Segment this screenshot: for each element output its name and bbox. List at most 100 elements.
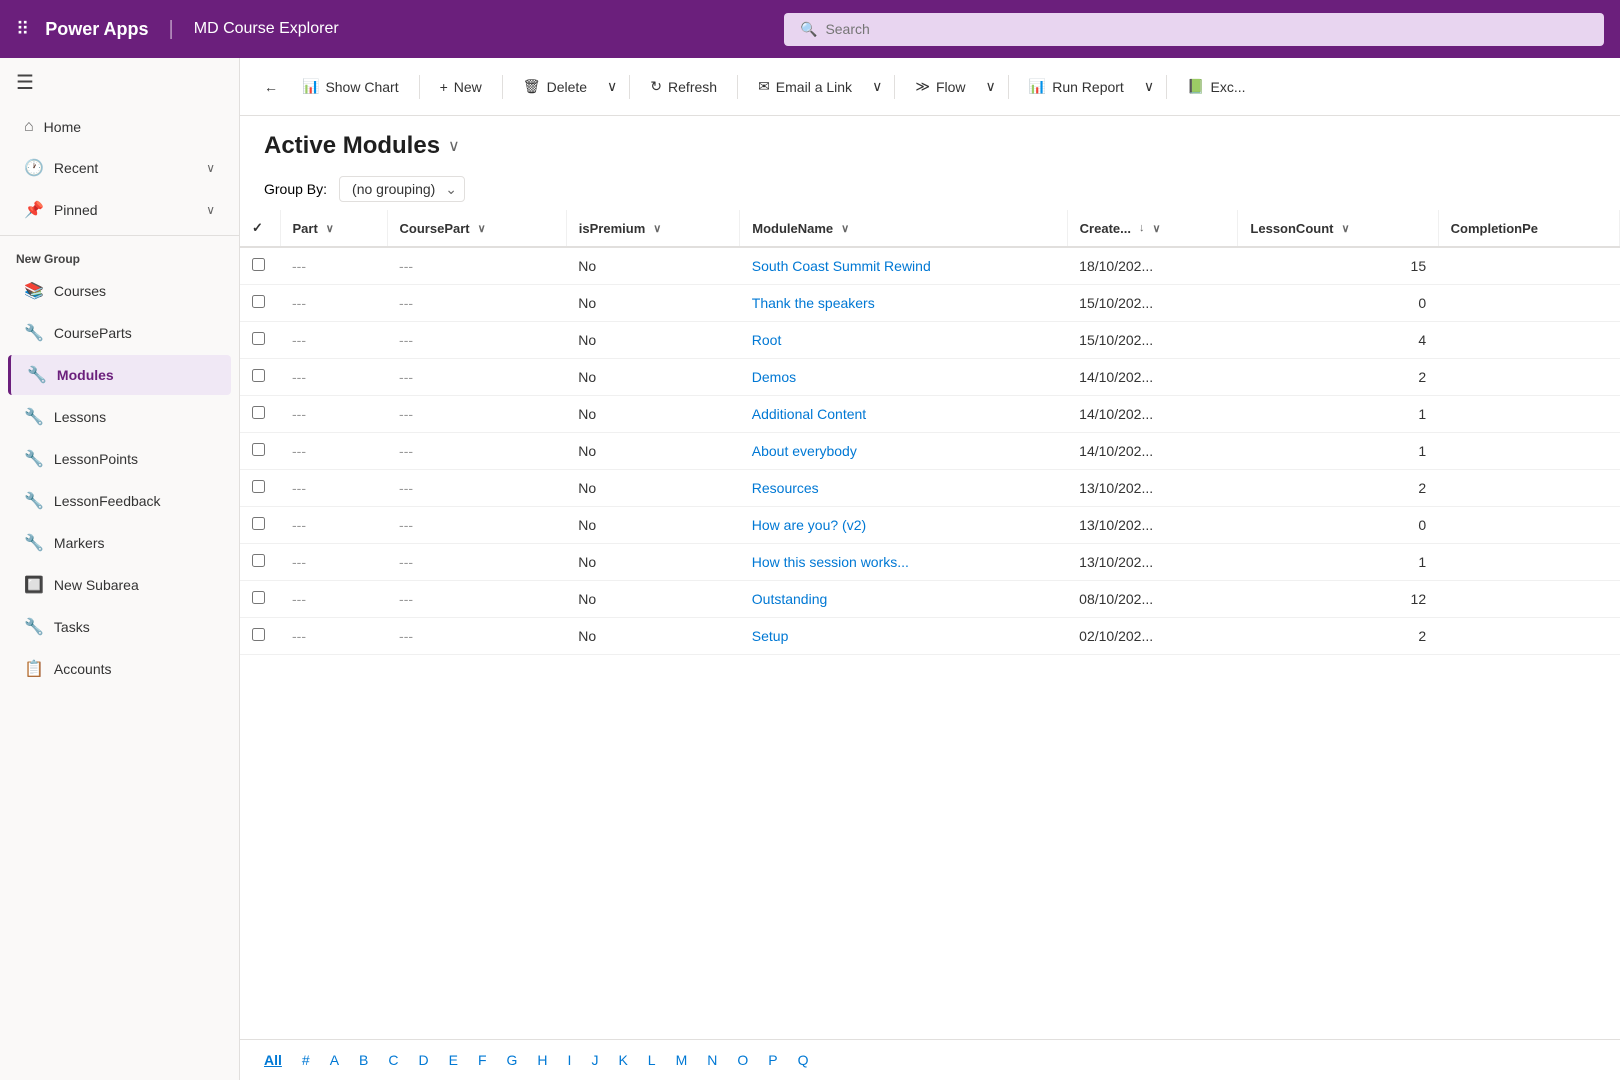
th-ispremium[interactable]: isPremium ∨ [566,210,739,247]
alpha-item-h[interactable]: H [529,1048,555,1072]
td-modulename-3[interactable]: Demos [740,359,1067,396]
th-completionpe[interactable]: CompletionPe [1438,210,1619,247]
delete-button[interactable]: 🗑 Delete [511,72,599,101]
flow-button[interactable]: ≫ Flow [903,72,977,101]
alpha-item-f[interactable]: F [470,1048,495,1072]
td-check-7[interactable] [240,507,280,544]
td-modulename-0[interactable]: South Coast Summit Rewind [740,247,1067,285]
row-checkbox-3[interactable] [252,369,265,382]
delete-chevron[interactable]: ∨ [603,72,621,101]
alpha-item-p[interactable]: P [760,1048,785,1072]
alpha-item-k[interactable]: K [610,1048,635,1072]
row-checkbox-6[interactable] [252,480,265,493]
alpha-item-i[interactable]: I [560,1048,580,1072]
table-row[interactable]: --- --- No Demos 14/10/202... 2 [240,359,1620,396]
td-modulename-2[interactable]: Root [740,322,1067,359]
td-modulename-1[interactable]: Thank the speakers [740,285,1067,322]
row-checkbox-0[interactable] [252,258,265,271]
table-row[interactable]: --- --- No Additional Content 14/10/202.… [240,396,1620,433]
alpha-item-e[interactable]: E [441,1048,466,1072]
th-modulename[interactable]: ModuleName ∨ [740,210,1067,247]
table-row[interactable]: --- --- No Resources 13/10/202... 2 [240,470,1620,507]
td-modulename-8[interactable]: How this session works... [740,544,1067,581]
email-link-button[interactable]: ✉ Email a Link [746,72,864,101]
td-check-3[interactable] [240,359,280,396]
th-check[interactable]: ✓ [240,210,280,247]
alpha-item-all[interactable]: All [256,1048,290,1072]
row-checkbox-2[interactable] [252,332,265,345]
td-modulename-5[interactable]: About everybody [740,433,1067,470]
row-checkbox-1[interactable] [252,295,265,308]
sidebar-item-pinned[interactable]: 📌 Pinned ∨ [8,190,231,230]
td-check-10[interactable] [240,618,280,655]
back-button[interactable]: ← [256,73,286,101]
sidebar-item-accounts[interactable]: 📋 Accounts [8,649,231,689]
alpha-item-j[interactable]: J [583,1048,606,1072]
table-row[interactable]: --- --- No South Coast Summit Rewind 18/… [240,247,1620,285]
run-report-button[interactable]: 📊 Run Report [1017,72,1136,101]
row-checkbox-10[interactable] [252,628,265,641]
alpha-item-l[interactable]: L [640,1048,664,1072]
alpha-item-c[interactable]: C [380,1048,406,1072]
report-chevron[interactable]: ∨ [1140,72,1158,101]
new-button[interactable]: + New [428,73,494,101]
sidebar-item-lessonpoints[interactable]: 🔧 LessonPoints [8,439,231,479]
refresh-button[interactable]: ↻ Refresh [638,72,729,101]
sidebar-item-courseparts[interactable]: 🔧 CourseParts [8,313,231,353]
td-check-4[interactable] [240,396,280,433]
table-row[interactable]: --- --- No How this session works... 13/… [240,544,1620,581]
table-row[interactable]: --- --- No Root 15/10/202... 4 [240,322,1620,359]
td-modulename-4[interactable]: Additional Content [740,396,1067,433]
sidebar-menu-icon[interactable]: ☰ [16,72,34,94]
row-checkbox-7[interactable] [252,517,265,530]
excel-button[interactable]: 📗 Exc... [1175,72,1257,101]
th-lessoncount[interactable]: LessonCount ∨ [1238,210,1438,247]
table-row[interactable]: --- --- No Thank the speakers 15/10/202.… [240,285,1620,322]
table-row[interactable]: --- --- No Outstanding 08/10/202... 12 [240,581,1620,618]
td-check-5[interactable] [240,433,280,470]
th-created[interactable]: Create... ↓ ∨ [1067,210,1238,247]
sidebar-item-lessons[interactable]: 🔧 Lessons [8,397,231,437]
td-modulename-10[interactable]: Setup [740,618,1067,655]
sidebar-item-home[interactable]: ⌂ Home [8,108,231,146]
row-checkbox-4[interactable] [252,406,265,419]
alpha-item-a[interactable]: A [322,1048,347,1072]
alpha-item-m[interactable]: M [668,1048,696,1072]
sidebar-item-modules[interactable]: 🔧 Modules [8,355,231,395]
row-checkbox-9[interactable] [252,591,265,604]
td-check-1[interactable] [240,285,280,322]
td-check-9[interactable] [240,581,280,618]
table-row[interactable]: --- --- No Setup 02/10/202... 2 [240,618,1620,655]
td-check-8[interactable] [240,544,280,581]
td-check-6[interactable] [240,470,280,507]
sidebar-item-recent[interactable]: 🕐 Recent ∨ [8,148,231,188]
sidebar-item-courses[interactable]: 📚 Courses [8,271,231,311]
alpha-item-n[interactable]: N [699,1048,725,1072]
flow-chevron[interactable]: ∨ [982,72,1000,101]
alpha-item-d[interactable]: D [411,1048,437,1072]
td-modulename-7[interactable]: How are you? (v2) [740,507,1067,544]
td-check-0[interactable] [240,247,280,285]
show-chart-button[interactable]: 📊 Show Chart [290,72,411,101]
th-part[interactable]: Part ∨ [280,210,387,247]
row-checkbox-5[interactable] [252,443,265,456]
waffle-icon[interactable]: ⠿ [16,19,29,40]
table-row[interactable]: --- --- No How are you? (v2) 13/10/202..… [240,507,1620,544]
email-chevron[interactable]: ∨ [868,72,886,101]
row-checkbox-8[interactable] [252,554,265,567]
page-title-chevron[interactable]: ∨ [448,136,460,156]
sidebar-item-newsubarea[interactable]: 🔲 New Subarea [8,565,231,605]
th-coursepart[interactable]: CoursePart ∨ [387,210,566,247]
table-row[interactable]: --- --- No About everybody 14/10/202... … [240,433,1620,470]
sidebar-item-markers[interactable]: 🔧 Markers [8,523,231,563]
alpha-item-b[interactable]: B [351,1048,376,1072]
search-input[interactable] [825,21,1588,37]
group-by-select[interactable]: (no grouping) [339,176,465,202]
alpha-item-o[interactable]: O [729,1048,756,1072]
alpha-item-q[interactable]: Q [790,1048,817,1072]
td-check-2[interactable] [240,322,280,359]
sidebar-item-tasks[interactable]: 🔧 Tasks [8,607,231,647]
td-modulename-6[interactable]: Resources [740,470,1067,507]
td-modulename-9[interactable]: Outstanding [740,581,1067,618]
alpha-item-g[interactable]: G [499,1048,526,1072]
